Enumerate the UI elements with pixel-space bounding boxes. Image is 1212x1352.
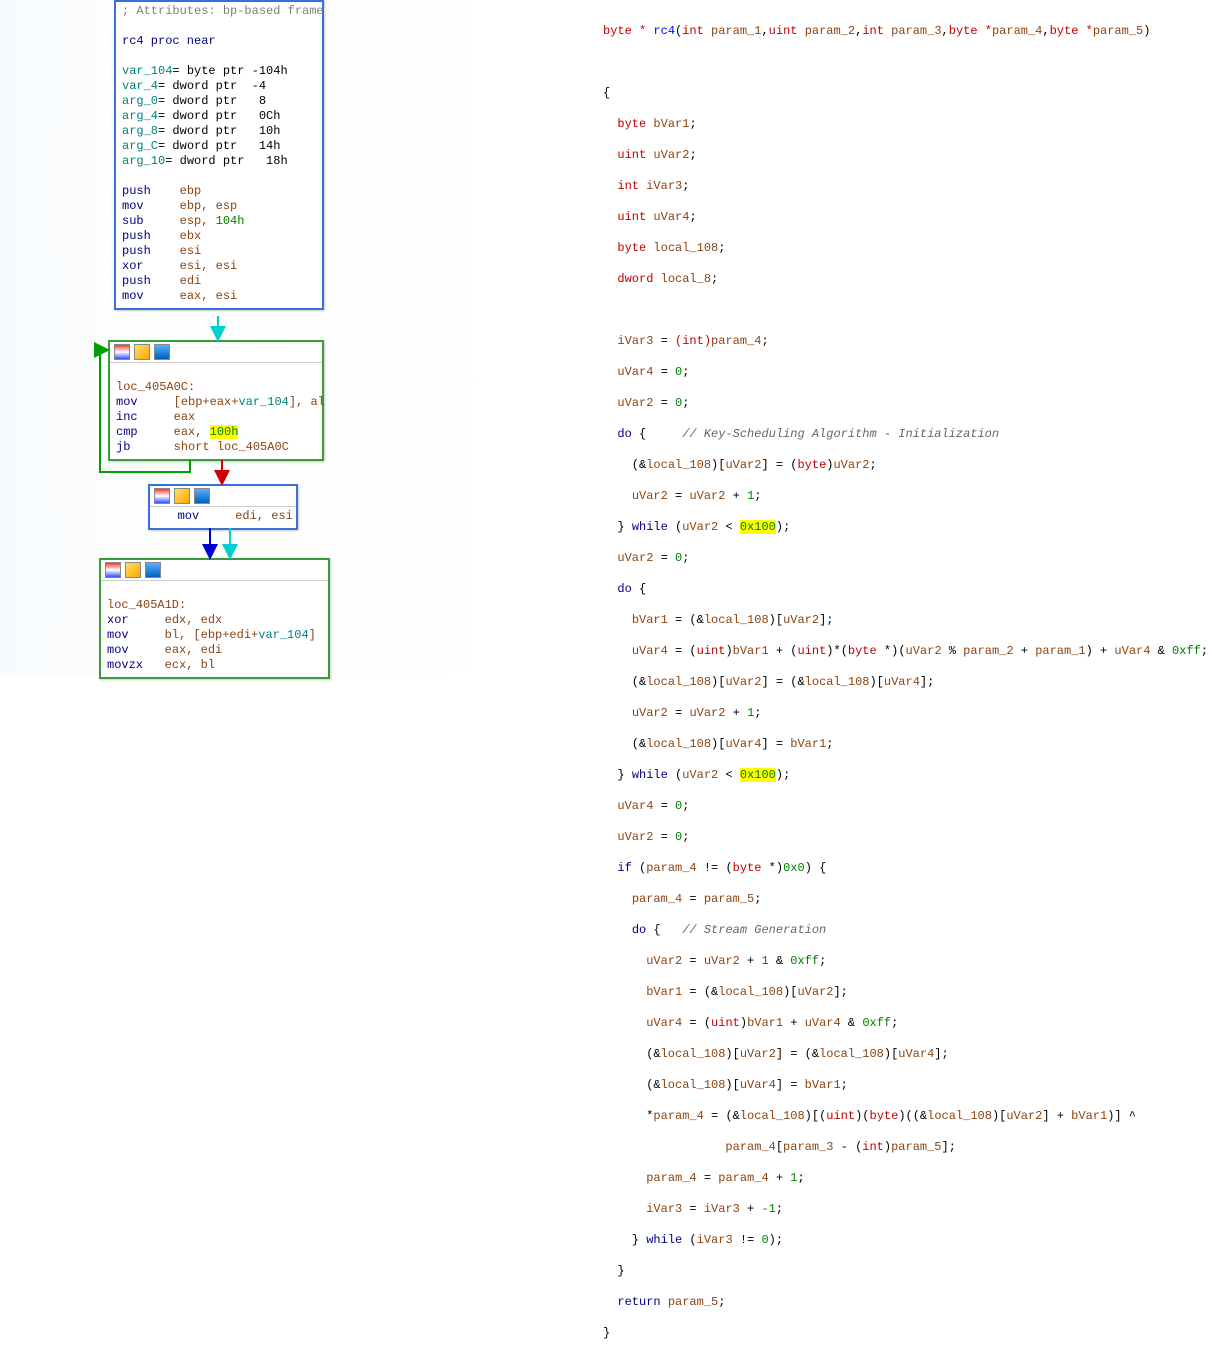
code-line: uint uVar4; — [603, 210, 1212, 226]
code-line: uVar2 = 0; — [603, 551, 1212, 567]
graph-node-mov-edi[interactable]: mov edi, esi — [148, 484, 298, 530]
node-icon-bar — [110, 342, 322, 363]
code-line: uVar4 = (uint)bVar1 + (uint)*(byte *)(uV… — [603, 644, 1212, 660]
node-icon-bar — [101, 560, 328, 581]
code-line: iVar3 = iVar3 + -1; — [603, 1202, 1212, 1218]
disassembly-graph-pane[interactable]: ; Attributes: bp-based frame rc4 proc ne… — [0, 0, 595, 676]
node-content: mov edi, esi — [150, 507, 296, 528]
code-line: uVar4 = 0; — [603, 365, 1212, 381]
code-line: param_4 = param_5; — [603, 892, 1212, 908]
code-line: do { — [603, 582, 1212, 598]
code-line: uVar2 = 0; — [603, 396, 1212, 412]
node-icon-bar — [150, 486, 296, 507]
code-line: uVar2 = uVar2 + 1; — [603, 489, 1212, 505]
code-line: iVar3 = (int)param_4; — [603, 334, 1212, 350]
code-line — [603, 303, 1212, 319]
code-line: do { // Key-Scheduling Algorithm - Initi… — [603, 427, 1212, 443]
edit-icon[interactable] — [125, 562, 141, 578]
code-line: (&local_108)[uVar2] = (&local_108)[uVar4… — [603, 1047, 1212, 1063]
edit-icon[interactable] — [174, 488, 190, 504]
code-line: *param_4 = (&local_108)[(uint)(byte)((&l… — [603, 1109, 1212, 1125]
code-line: uVar2 = 0; — [603, 830, 1212, 846]
node-content: loc_405A0C: mov [ebp+eax+var_104], al in… — [110, 363, 322, 459]
code-line: param_4[param_3 - (int)param_5]; — [603, 1140, 1212, 1156]
code-line: bVar1 = (&local_108)[uVar2]; — [603, 985, 1212, 1001]
code-line: (&local_108)[uVar4] = bVar1; — [603, 737, 1212, 753]
flow-icon[interactable] — [154, 344, 170, 360]
flow-icon[interactable] — [194, 488, 210, 504]
code-line: uVar2 = uVar2 + 1 & 0xff; — [603, 954, 1212, 970]
flow-icon[interactable] — [145, 562, 161, 578]
code-line: } while (iVar3 != 0); — [603, 1233, 1212, 1249]
node-content: loc_405A1D: xor edx, edx mov bl, [ebp+ed… — [101, 581, 328, 677]
edit-icon[interactable] — [134, 344, 150, 360]
code-line: if (param_4 != (byte *)0x0) { — [603, 861, 1212, 877]
code-line: } — [603, 1264, 1212, 1280]
code-line: } while (uVar2 < 0x100); — [603, 520, 1212, 536]
asm-comment: ; Attributes: bp-based frame — [122, 4, 324, 18]
graph-node-prologue[interactable]: ; Attributes: bp-based frame rc4 proc ne… — [114, 0, 324, 310]
view-icon[interactable] — [105, 562, 121, 578]
code-line: dword local_8; — [603, 272, 1212, 288]
code-line: } while (uVar2 < 0x100); — [603, 768, 1212, 784]
proc-name: rc4 proc near — [122, 34, 216, 48]
graph-node-loc405a1d[interactable]: loc_405A1D: xor edx, edx mov bl, [ebp+ed… — [99, 558, 330, 679]
code-line: param_4 = param_4 + 1; — [603, 1171, 1212, 1187]
code-line: byte bVar1; — [603, 117, 1212, 133]
code-line: return param_5; — [603, 1295, 1212, 1311]
code-line: (&local_108)[uVar4] = bVar1; — [603, 1078, 1212, 1094]
code-line: bVar1 = (&local_108)[uVar2]; — [603, 613, 1212, 629]
node-content: ; Attributes: bp-based frame rc4 proc ne… — [116, 2, 322, 308]
code-line: (&local_108)[uVar2] = (byte)uVar2; — [603, 458, 1212, 474]
code-line: uint uVar2; — [603, 148, 1212, 164]
decompiled-code-pane[interactable]: byte * rc4(int param_1,uint param_2,int … — [595, 0, 1212, 676]
code-line: int iVar3; — [603, 179, 1212, 195]
code-line: uVar4 = 0; — [603, 799, 1212, 815]
code-line: byte * rc4(int param_1,uint param_2,int … — [603, 24, 1212, 40]
code-line: uVar4 = (uint)bVar1 + uVar4 & 0xff; — [603, 1016, 1212, 1032]
view-icon[interactable] — [154, 488, 170, 504]
code-line: do { // Stream Generation — [603, 923, 1212, 939]
code-line: (&local_108)[uVar2] = (&local_108)[uVar4… — [603, 675, 1212, 691]
code-line: } — [603, 1326, 1212, 1342]
view-icon[interactable] — [114, 344, 130, 360]
code-line: uVar2 = uVar2 + 1; — [603, 706, 1212, 722]
code-line: { — [603, 86, 1212, 102]
code-line: byte local_108; — [603, 241, 1212, 257]
graph-node-loc405a0c[interactable]: loc_405A0C: mov [ebp+eax+var_104], al in… — [108, 340, 324, 461]
code-line — [603, 55, 1212, 71]
